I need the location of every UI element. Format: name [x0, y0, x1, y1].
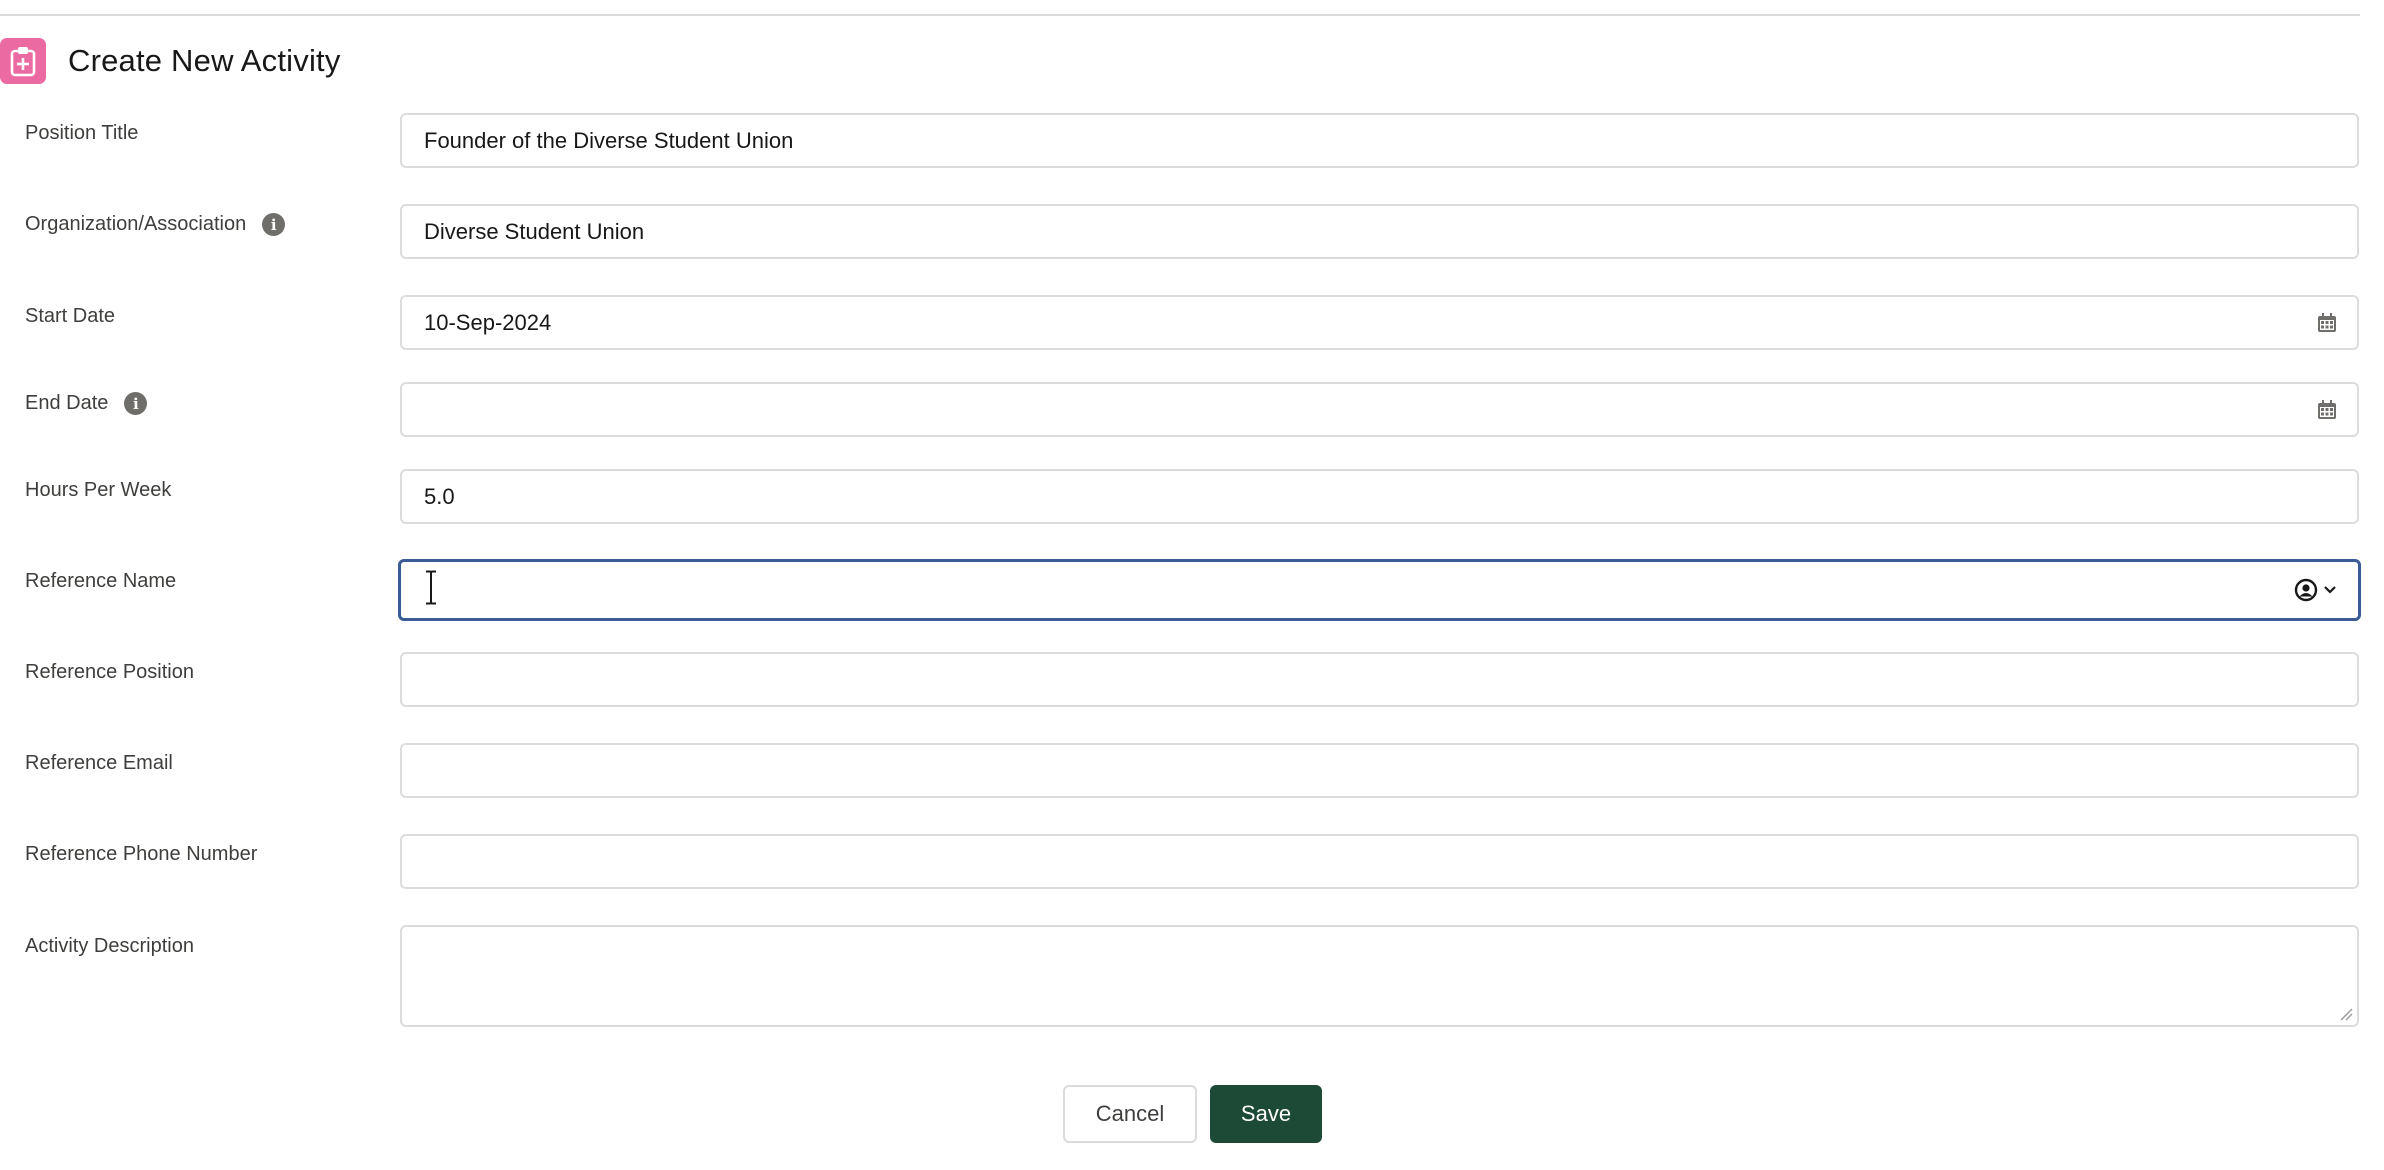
reference-position-label-text: Reference Position: [25, 661, 194, 683]
text-cursor-icon: [423, 570, 439, 611]
info-icon[interactable]: i: [262, 213, 286, 236]
hours-per-week-label-text: Hours Per Week: [25, 479, 172, 501]
calendar-icon[interactable]: [2315, 311, 2339, 335]
resize-handle-icon[interactable]: [2339, 1007, 2353, 1021]
cancel-button[interactable]: Cancel: [1063, 1085, 1197, 1143]
reference-email-label: Reference Email: [25, 752, 173, 775]
activity-description-textarea[interactable]: [400, 925, 2359, 1027]
organization-input[interactable]: Diverse Student Union: [400, 204, 2359, 259]
clipboard-plus-icon: [0, 38, 46, 84]
save-button[interactable]: Save: [1210, 1085, 1322, 1143]
hours-per-week-input[interactable]: 5.0: [400, 469, 2359, 524]
start-date-label-text: Start Date: [25, 305, 116, 327]
end-date-label-text: End Date: [25, 392, 109, 414]
reference-position-input[interactable]: [400, 652, 2359, 707]
reference-lookup-control[interactable]: [2294, 578, 2338, 602]
hours-per-week-value: 5.0: [424, 483, 455, 509]
reference-phone-input[interactable]: [400, 834, 2359, 889]
chevron-down-icon: [2324, 586, 2336, 594]
position-title-label: Position Title: [25, 122, 138, 145]
reference-email-input[interactable]: [400, 743, 2359, 798]
reference-position-label: Reference Position: [25, 661, 194, 684]
position-title-input[interactable]: Founder of the Diverse Student Union: [400, 113, 2359, 168]
reference-name-label: Reference Name: [25, 570, 176, 593]
organization-value: Diverse Student Union: [424, 218, 645, 244]
reference-phone-label-text: Reference Phone Number: [25, 843, 258, 865]
reference-name-input[interactable]: [398, 559, 2361, 621]
reference-phone-label: Reference Phone Number: [25, 843, 257, 866]
reference-name-label-text: Reference Name: [25, 570, 177, 592]
page-title: Create New Activity: [68, 43, 341, 78]
position-title-label-text: Position Title: [25, 122, 139, 144]
end-date-input[interactable]: [400, 382, 2359, 437]
calendar-icon[interactable]: [2315, 398, 2339, 422]
hours-per-week-label: Hours Per Week: [25, 479, 171, 502]
position-title-value: Founder of the Diverse Student Union: [424, 127, 794, 153]
start-date-label: Start Date: [25, 305, 115, 328]
activity-description-label: Activity Description: [25, 935, 194, 958]
info-icon[interactable]: i: [124, 392, 148, 415]
reference-email-label-text: Reference Email: [25, 752, 173, 774]
activity-description-label-text: Activity Description: [25, 935, 194, 957]
organization-label: Organization/Association i: [25, 213, 286, 236]
end-date-label: End Date i: [25, 392, 148, 415]
page-header: Create New Activity: [0, 38, 341, 84]
organization-label-text: Organization/Association: [25, 213, 247, 235]
start-date-value: 10-Sep-2024: [424, 309, 552, 335]
user-circle-icon: [2294, 578, 2318, 602]
top-divider: [0, 14, 2360, 16]
start-date-input[interactable]: 10-Sep-2024: [400, 295, 2359, 350]
